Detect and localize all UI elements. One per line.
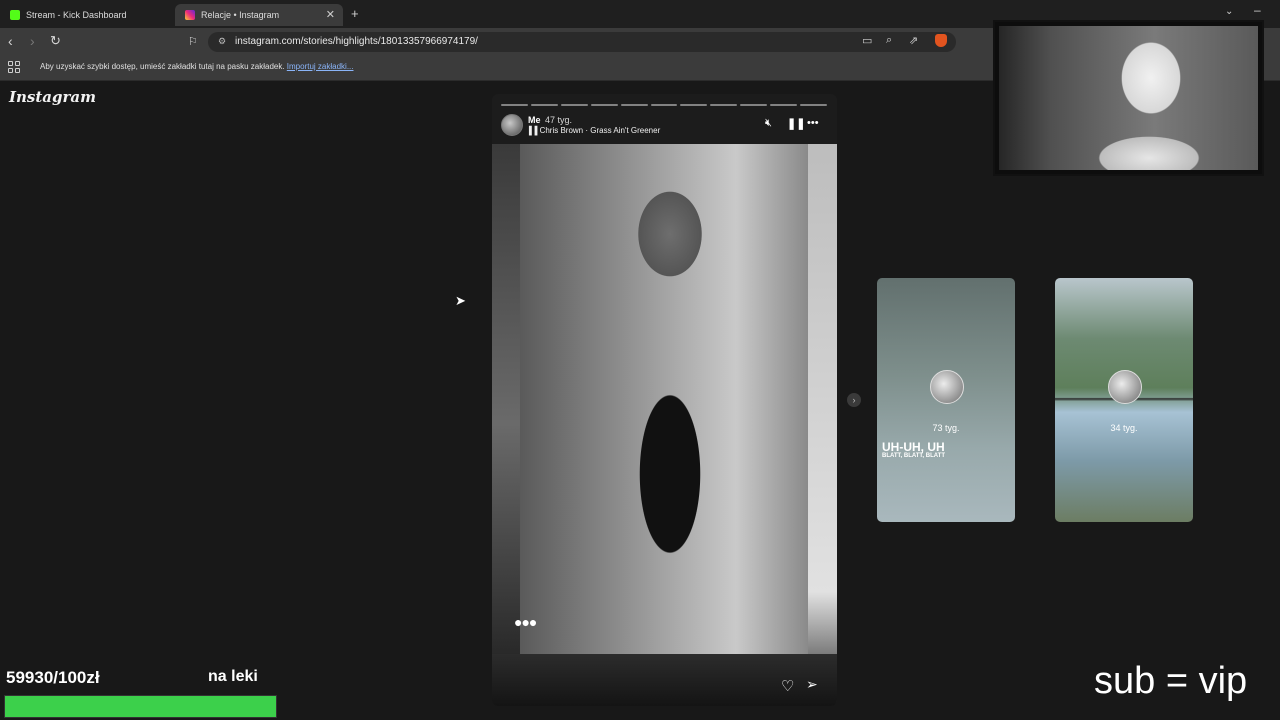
new-tab-button[interactable]: +: [351, 6, 359, 21]
music-label: Chris Brown · Grass Ain't Greener: [539, 126, 661, 135]
zoom-icon[interactable]: ⌕: [886, 34, 892, 47]
progress-segment: [501, 104, 528, 106]
tab-search-chevron-icon[interactable]: ⌄: [1225, 6, 1233, 17]
tab-title: Stream - Kick Dashboard: [26, 10, 127, 20]
address-bar[interactable]: ⚙ instagram.com/stories/highlights/18013…: [208, 32, 956, 52]
kick-icon: [10, 10, 20, 20]
progress-segment: [560, 104, 588, 106]
progress-segment: [620, 104, 648, 106]
forward-icon[interactable]: ›: [30, 33, 35, 49]
donation-goal-label: na leki: [208, 668, 258, 685]
avatar: [930, 370, 964, 404]
next-story-arrow-icon[interactable]: ›: [847, 393, 861, 407]
progress-segment: [770, 104, 798, 106]
typing-dots-icon: ●●●: [514, 614, 537, 630]
bookmarks-hint: Aby uzyskać szybki dostęp, umieść zakład…: [40, 62, 354, 71]
story-preview-card[interactable]: 34 tyg.: [1055, 278, 1193, 522]
bookmarks-hint-text: Aby uzyskać szybki dostęp, umieść zakład…: [40, 62, 285, 71]
import-bookmarks-link[interactable]: Importuj zakładki...: [287, 62, 354, 71]
preview-caption-sub: BLATT, BLATT, BLATT: [882, 453, 945, 459]
preview-time: 73 tyg.: [932, 423, 960, 433]
instagram-icon: [185, 10, 195, 20]
close-tab-icon[interactable]: ✕: [326, 8, 335, 21]
story-music[interactable]: ▐▐ Chris Brown · Grass Ain't Greener: [526, 126, 660, 135]
music-bars-icon: ▐▐: [526, 126, 540, 135]
share-icon[interactable]: ⇗: [909, 34, 918, 47]
brave-shield-icon[interactable]: [935, 34, 947, 47]
story-time: 47 tyg.: [545, 115, 573, 125]
apps-grid-icon[interactable]: [8, 61, 20, 73]
back-icon[interactable]: ‹: [8, 33, 13, 49]
story-progress-bar: [501, 104, 827, 106]
story-photo-right-strip: [808, 144, 837, 704]
mouse-cursor-icon: ➤: [455, 293, 466, 308]
story-username[interactable]: Me: [528, 115, 541, 125]
webcam-overlay: [993, 20, 1264, 176]
instagram-logo[interactable]: Instagram: [9, 88, 96, 106]
tab-kick-dashboard[interactable]: Stream - Kick Dashboard: [0, 4, 170, 26]
cast-icon[interactable]: ▭: [862, 34, 872, 47]
donation-goal-fill: [5, 696, 276, 717]
preview-caption: UH-UH, UH: [882, 440, 945, 454]
preview-time: 34 tyg.: [1110, 423, 1138, 433]
donation-goal-bar: [4, 695, 277, 718]
story-header: Me 47 tyg. ▐▐ Chris Brown · Grass Ain't …: [492, 108, 837, 144]
story-preview-card[interactable]: 73 tyg. UH-UH, UH BLATT, BLATT, BLATT: [877, 278, 1015, 522]
progress-segment: [680, 104, 708, 106]
bookmark-icon[interactable]: ⚐: [188, 35, 198, 48]
url-text[interactable]: instagram.com/stories/highlights/1801335…: [235, 36, 478, 47]
progress-segment: [530, 104, 558, 106]
donation-amount: 59930/100zł: [6, 668, 100, 687]
site-info-icon[interactable]: ⚙: [218, 36, 226, 47]
progress-segment: [740, 104, 768, 106]
more-options-icon[interactable]: •••: [807, 117, 819, 129]
sub-vip-text: sub = vip: [1094, 660, 1248, 702]
tab-title: Relacje • Instagram: [201, 10, 280, 20]
progress-segment: [590, 104, 618, 106]
avatar[interactable]: [501, 114, 523, 136]
progress-segment: [650, 104, 678, 106]
like-heart-icon[interactable]: ♡: [781, 677, 794, 695]
send-icon[interactable]: ➢: [806, 676, 818, 693]
reload-icon[interactable]: ↻: [50, 33, 61, 49]
mute-icon[interactable]: 🔇︎: [765, 117, 772, 130]
story-photo: [520, 144, 808, 654]
tab-instagram[interactable]: Relacje • Instagram ✕: [175, 4, 343, 26]
progress-segment: [710, 104, 738, 106]
minimize-window-button[interactable]: –: [1254, 3, 1261, 17]
webcam-video: [999, 26, 1258, 170]
pause-icon[interactable]: ❚❚: [787, 117, 805, 130]
story-viewer[interactable]: Me 47 tyg. ▐▐ Chris Brown · Grass Ain't …: [492, 94, 837, 706]
progress-segment: [800, 104, 827, 106]
avatar: [1108, 370, 1142, 404]
